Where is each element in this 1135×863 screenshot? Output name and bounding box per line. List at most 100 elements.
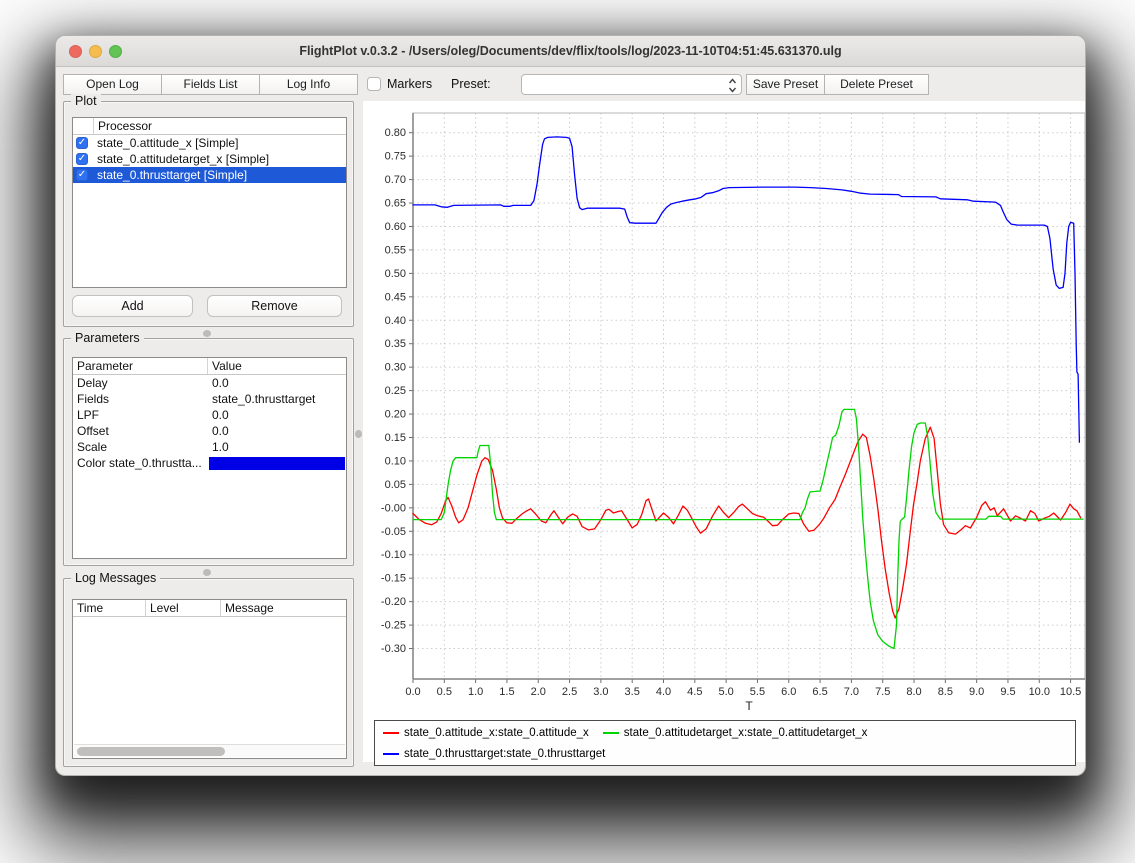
message-column-header: Message bbox=[221, 600, 346, 616]
svg-text:0.30: 0.30 bbox=[385, 362, 406, 374]
svg-text:0.75: 0.75 bbox=[385, 151, 406, 163]
svg-text:0.20: 0.20 bbox=[385, 409, 406, 421]
splitter-handle-bottom[interactable] bbox=[203, 569, 211, 576]
splitter-handle-top[interactable] bbox=[203, 330, 211, 337]
fields-list-button[interactable]: Fields List bbox=[161, 74, 260, 95]
markers-label: Markers bbox=[387, 77, 432, 91]
parameter-row[interactable]: Scale1.0 bbox=[73, 439, 346, 455]
svg-text:7.5: 7.5 bbox=[875, 686, 890, 698]
flight-data-plot[interactable]: 0.00.51.01.52.02.53.03.54.04.55.05.56.06… bbox=[363, 101, 1086, 713]
preset-value bbox=[522, 77, 528, 91]
log-horizontal-scrollbar[interactable] bbox=[74, 744, 345, 757]
plot-list-item[interactable]: ✓state_0.attitude_x [Simple] bbox=[73, 135, 346, 151]
parameter-value: 0.0 bbox=[208, 408, 346, 422]
item-checkbox[interactable]: ✓ bbox=[76, 169, 88, 181]
parameter-value: state_0.thrusttarget bbox=[208, 392, 346, 406]
desktop: FlightPlot v.0.3.2 - /Users/oleg/Documen… bbox=[0, 0, 1135, 863]
chart-legend: state_0.attitude_x:state_0.attitude_xsta… bbox=[374, 720, 1076, 766]
delete-preset-button[interactable]: Delete Preset bbox=[824, 74, 929, 95]
svg-text:10.5: 10.5 bbox=[1060, 686, 1081, 698]
time-column-header: Time bbox=[73, 600, 146, 616]
svg-text:0.55: 0.55 bbox=[385, 244, 406, 256]
svg-text:9.5: 9.5 bbox=[1000, 686, 1015, 698]
parameter-name: Fields bbox=[73, 392, 208, 406]
minimize-button[interactable] bbox=[89, 45, 102, 58]
open-log-button[interactable]: Open Log bbox=[63, 74, 162, 95]
plot-list-item[interactable]: ✓state_0.attitudetarget_x [Simple] bbox=[73, 151, 346, 167]
color-swatch[interactable] bbox=[209, 457, 345, 470]
legend-item: state_0.thrusttarget:state_0.thrusttarge… bbox=[383, 748, 605, 760]
svg-text:-0.05: -0.05 bbox=[381, 526, 406, 538]
svg-text:0.05: 0.05 bbox=[385, 479, 406, 491]
traffic-lights bbox=[69, 45, 122, 58]
plot-item-label: state_0.thrusttarget [Simple] bbox=[93, 168, 251, 182]
titlebar[interactable]: FlightPlot v.0.3.2 - /Users/oleg/Documen… bbox=[56, 36, 1085, 67]
vertical-splitter-handle[interactable] bbox=[355, 430, 362, 438]
svg-text:5.5: 5.5 bbox=[750, 686, 765, 698]
log-info-button[interactable]: Log Info bbox=[259, 74, 358, 95]
parameter-name: Color state_0.thrustta... bbox=[73, 456, 208, 470]
svg-text:0.15: 0.15 bbox=[385, 432, 406, 444]
add-button[interactable]: Add bbox=[72, 295, 193, 317]
svg-text:7.0: 7.0 bbox=[844, 686, 859, 698]
markers-checkbox[interactable] bbox=[367, 77, 381, 91]
maximize-button[interactable] bbox=[109, 45, 122, 58]
svg-text:-0.30: -0.30 bbox=[381, 643, 406, 655]
parameter-row[interactable]: Offset0.0 bbox=[73, 423, 346, 439]
svg-text:3.0: 3.0 bbox=[593, 686, 608, 698]
processor-column-header: Processor bbox=[94, 118, 346, 134]
svg-text:10.0: 10.0 bbox=[1029, 686, 1050, 698]
parameter-value: 0.0 bbox=[208, 424, 346, 438]
parameter-value: 1.0 bbox=[208, 440, 346, 454]
svg-text:0.50: 0.50 bbox=[385, 268, 406, 280]
legend-label: state_0.attitudetarget_x:state_0.attitud… bbox=[624, 727, 868, 739]
parameter-name: Delay bbox=[73, 376, 208, 390]
svg-text:0.65: 0.65 bbox=[385, 198, 406, 210]
svg-text:4.5: 4.5 bbox=[687, 686, 702, 698]
chart-panel[interactable]: 0.00.51.01.52.02.53.03.54.04.55.05.56.06… bbox=[363, 101, 1086, 762]
svg-text:-0.15: -0.15 bbox=[381, 573, 406, 585]
combo-stepper-icon bbox=[727, 77, 738, 99]
svg-text:0.5: 0.5 bbox=[437, 686, 452, 698]
app-window: FlightPlot v.0.3.2 - /Users/oleg/Documen… bbox=[55, 35, 1086, 776]
svg-text:-0.20: -0.20 bbox=[381, 596, 406, 608]
parameter-row[interactable]: Delay0.0 bbox=[73, 375, 346, 391]
legend-line-sample-icon bbox=[383, 732, 399, 734]
legend-label: state_0.attitude_x:state_0.attitude_x bbox=[404, 727, 589, 739]
parameter-column-header: Parameter bbox=[73, 358, 208, 374]
remove-button[interactable]: Remove bbox=[207, 295, 342, 317]
svg-text:0.70: 0.70 bbox=[385, 174, 406, 186]
svg-text:-0.00: -0.00 bbox=[381, 502, 406, 514]
save-preset-button[interactable]: Save Preset bbox=[746, 74, 825, 95]
plot-list-item[interactable]: ✓ state_0.thrusttarget [Simple] bbox=[73, 167, 346, 183]
value-column-header: Value bbox=[208, 358, 346, 374]
svg-text:8.5: 8.5 bbox=[938, 686, 953, 698]
preset-combobox[interactable] bbox=[521, 74, 742, 95]
item-checkbox[interactable]: ✓ bbox=[76, 137, 88, 149]
plot-group-title: Plot bbox=[71, 94, 101, 108]
legend-label: state_0.thrusttarget:state_0.thrusttarge… bbox=[404, 748, 605, 760]
parameter-name: Scale bbox=[73, 440, 208, 454]
parameters-table[interactable]: Parameter Value Delay0.0Fieldsstate_0.th… bbox=[72, 357, 347, 559]
parameter-row[interactable]: LPF0.0 bbox=[73, 407, 346, 423]
parameter-name: Offset bbox=[73, 424, 208, 438]
svg-text:6.5: 6.5 bbox=[812, 686, 827, 698]
svg-text:0.0: 0.0 bbox=[405, 686, 420, 698]
item-checkbox[interactable]: ✓ bbox=[76, 153, 88, 165]
legend-line-sample-icon bbox=[603, 732, 619, 734]
close-button[interactable] bbox=[69, 45, 82, 58]
parameter-row[interactable]: Fieldsstate_0.thrusttarget bbox=[73, 391, 346, 407]
svg-text:0.10: 0.10 bbox=[385, 455, 406, 467]
parameters-group: Parameters Parameter Value Delay0.0Field… bbox=[63, 338, 354, 566]
scrollbar-thumb[interactable] bbox=[77, 747, 225, 756]
svg-text:5.0: 5.0 bbox=[718, 686, 733, 698]
parameter-name: LPF bbox=[73, 408, 208, 422]
svg-text:2.0: 2.0 bbox=[531, 686, 546, 698]
svg-text:-0.25: -0.25 bbox=[381, 620, 406, 632]
log-table-header: Time Level Message bbox=[73, 600, 346, 617]
checkbox-column-header bbox=[73, 118, 94, 134]
log-messages-table[interactable]: Time Level Message bbox=[72, 599, 347, 759]
parameter-row[interactable]: Color state_0.thrustta... bbox=[73, 455, 346, 471]
toolbar: Open LogFields ListLog Info Markers Pres… bbox=[56, 68, 1085, 100]
processor-table[interactable]: Processor ✓state_0.attitude_x [Simple]✓s… bbox=[72, 117, 347, 288]
